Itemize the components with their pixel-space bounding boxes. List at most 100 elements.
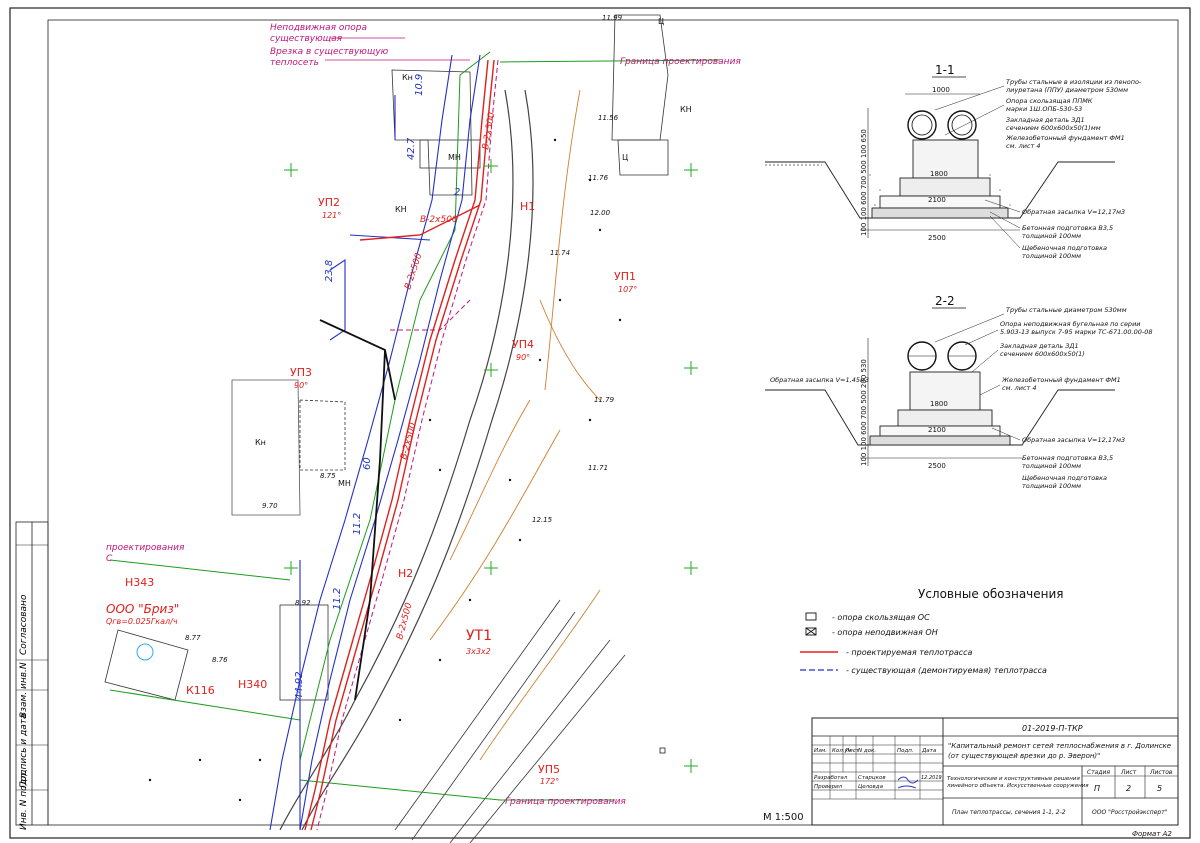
consumer-load: Qгв=0.025Гкал/ч	[106, 617, 178, 626]
svg-text:Обратная засыпка V=1,45м3: Обратная засыпка V=1,45м3	[770, 376, 869, 384]
annotation-design-cut: проектирования	[106, 543, 185, 553]
node-label-ut1: УТ1	[466, 628, 492, 644]
legend-item-designed: - проектируемая теплотрасса	[846, 648, 973, 657]
svg-text:2100: 2100	[928, 196, 946, 204]
svg-text:лиуретана (ППУ) диаметром 530м: лиуретана (ППУ) диаметром 530мм	[1005, 86, 1128, 94]
tree-symbol	[136, 643, 154, 661]
svg-text:толщиной 100мм: толщиной 100мм	[1022, 232, 1081, 240]
sheet-value: 2	[1126, 784, 1131, 793]
node-angle-up2: 121°	[322, 211, 341, 220]
node-label-n343: Н343	[125, 576, 154, 589]
stage-value: П	[1094, 784, 1100, 793]
building-label: МН	[338, 479, 351, 488]
building-label: Ц	[658, 17, 664, 26]
dimension-label: 2	[454, 187, 460, 198]
elev-label: 8.92	[295, 599, 311, 607]
svg-text:Обратная засыпка V=12,17м3: Обратная засыпка V=12,17м3	[1022, 436, 1125, 444]
elev-label: 11.76	[588, 174, 609, 182]
header-doc-no: N док.	[858, 748, 876, 754]
dimension-label: 44.92	[294, 671, 305, 700]
svg-text:см. лист 4: см. лист 4	[1002, 384, 1037, 392]
sheet-frame	[9, 7, 1191, 839]
node-angle-up5: 172°	[540, 777, 559, 786]
pipe-spec-label: В-2х500	[403, 252, 424, 291]
existing-heating-main	[269, 54, 481, 831]
node-label-up2: УП2	[318, 196, 340, 209]
svg-text:5.903-13 выпуск 7-95 марки ТС-: 5.903-13 выпуск 7-95 марки ТС-671.00.00-…	[1000, 328, 1153, 336]
marker-square	[659, 747, 666, 754]
svg-text:1800: 1800	[930, 170, 948, 178]
svg-text:Бетонная подготовка В3,5: Бетонная подготовка В3,5	[1022, 454, 1113, 462]
legend-swatch-sliding	[805, 612, 817, 621]
project-title: "Капитальный ремонт сетей теплоснабжения…	[948, 742, 1171, 750]
dimension-label: 11.2	[332, 588, 343, 610]
paper-format: Формат А2	[1132, 830, 1172, 838]
svg-text:см. лист 4: см. лист 4	[1006, 142, 1041, 150]
dimension-label: 42.7	[406, 137, 417, 160]
elev-label: 8.76	[212, 656, 228, 664]
sheets-value: 5	[1157, 784, 1162, 793]
node-label-n340: Н340	[238, 678, 267, 691]
signature-scribble	[897, 776, 919, 789]
header-change: Изм.	[814, 748, 827, 754]
role-checked: Проверил	[814, 784, 843, 790]
dimension-label: 60	[362, 457, 373, 470]
node-label-k116: К116	[186, 684, 215, 697]
header-date: Дата	[921, 748, 937, 754]
node-label-up4: УП4	[512, 338, 534, 351]
building-label: Ц	[622, 153, 628, 162]
annotation-fixed-support: Неподвижная опора	[270, 23, 367, 33]
dimension-label: 11.2	[352, 513, 363, 535]
col-stage: Стадия	[1087, 769, 1110, 776]
building-label: КН	[395, 205, 407, 214]
dimension-label: 10.9	[414, 74, 425, 96]
section-title: линейного объекта. Искусственные сооруже…	[946, 783, 1089, 789]
doc-code: 01-2019-П-ТКР	[1022, 724, 1083, 733]
svg-text:толщиной 100мм: толщиной 100мм	[1022, 252, 1081, 260]
svg-text:Щебеночная подготовка: Щебеночная подготовка	[1022, 244, 1107, 252]
company-name: ООО "Росстройэксперт"	[1092, 809, 1168, 816]
svg-text:Бетонная подготовка В3,5: Бетонная подготовка В3,5	[1022, 224, 1113, 232]
elev-label: 8.75	[320, 472, 336, 480]
annotation-tie-in: Врезка в существующую	[270, 47, 389, 57]
annotation-design-cut: С	[106, 554, 113, 564]
building-label: Кн	[402, 73, 413, 82]
svg-text:Закладная деталь ЗД1: Закладная деталь ЗД1	[1000, 342, 1079, 350]
pipe-spec-label: В-2х500	[420, 215, 458, 225]
designed-heating-main	[304, 59, 495, 831]
binding-strip: Согласовано Взам. инв.N Подпись и дата И…	[15, 521, 49, 830]
col-sheets: Листов	[1149, 769, 1173, 776]
elev-label: 11.71	[588, 464, 608, 472]
svg-text:2100: 2100	[928, 426, 946, 434]
legend-item-existing: - существующая (демонтируемая) теплотрас…	[846, 666, 1047, 675]
svg-text:Закладная деталь ЗД1: Закладная деталь ЗД1	[1006, 116, 1085, 124]
section-title: Технологические и конструктивные решения	[947, 776, 1080, 782]
plan-scale: М 1:500	[763, 812, 804, 823]
node-label-n1: Н1	[520, 200, 535, 213]
node-angle-up1: 107°	[618, 285, 637, 294]
section-1-1: 1-1 1000 2500 2100 1800 100 100 600 700 …	[765, 63, 1142, 260]
elev-label: 11.99	[602, 14, 623, 22]
elev-label: 12.15	[532, 516, 553, 524]
annotation-tie-in: теплосеть	[270, 58, 319, 68]
svg-text:1000: 1000	[932, 86, 950, 94]
site-plan: 11.99 11.56 11.76 12.00 11.74 11.79 11.7…	[104, 14, 804, 843]
pipe-spec-label: В-2х500	[481, 111, 497, 150]
drawing-canvas: Согласовано Взам. инв.N Подпись и дата И…	[9, 7, 1191, 843]
node-label-n2: Н2	[398, 567, 413, 580]
elev-label: 9.70	[262, 502, 278, 510]
sign-date: 12.2019	[921, 775, 942, 781]
building-label: КН	[680, 105, 692, 114]
legend-title: Условные обозначения	[918, 587, 1064, 601]
section-title-1-1: 1-1	[935, 63, 955, 77]
annotation-fixed-support: существующая	[270, 34, 343, 44]
node-label-up3: УП3	[290, 366, 312, 379]
svg-text:Опора неподвижная бугельная по: Опора неподвижная бугельная по серии	[1000, 320, 1141, 328]
node-label-up1: УП1	[614, 270, 636, 283]
binding-label-original: Инв. N подл.	[19, 771, 29, 830]
building-label: Кн	[255, 438, 266, 447]
drawing-sheet: Согласовано Взам. инв.N Подпись и дата И…	[0, 0, 1200, 843]
node-angle-up4: 90°	[516, 353, 530, 362]
elev-label: 11.56	[598, 114, 619, 122]
svg-text:Трубы стальные в изоляции из п: Трубы стальные в изоляции из пенопо-	[1006, 78, 1142, 86]
